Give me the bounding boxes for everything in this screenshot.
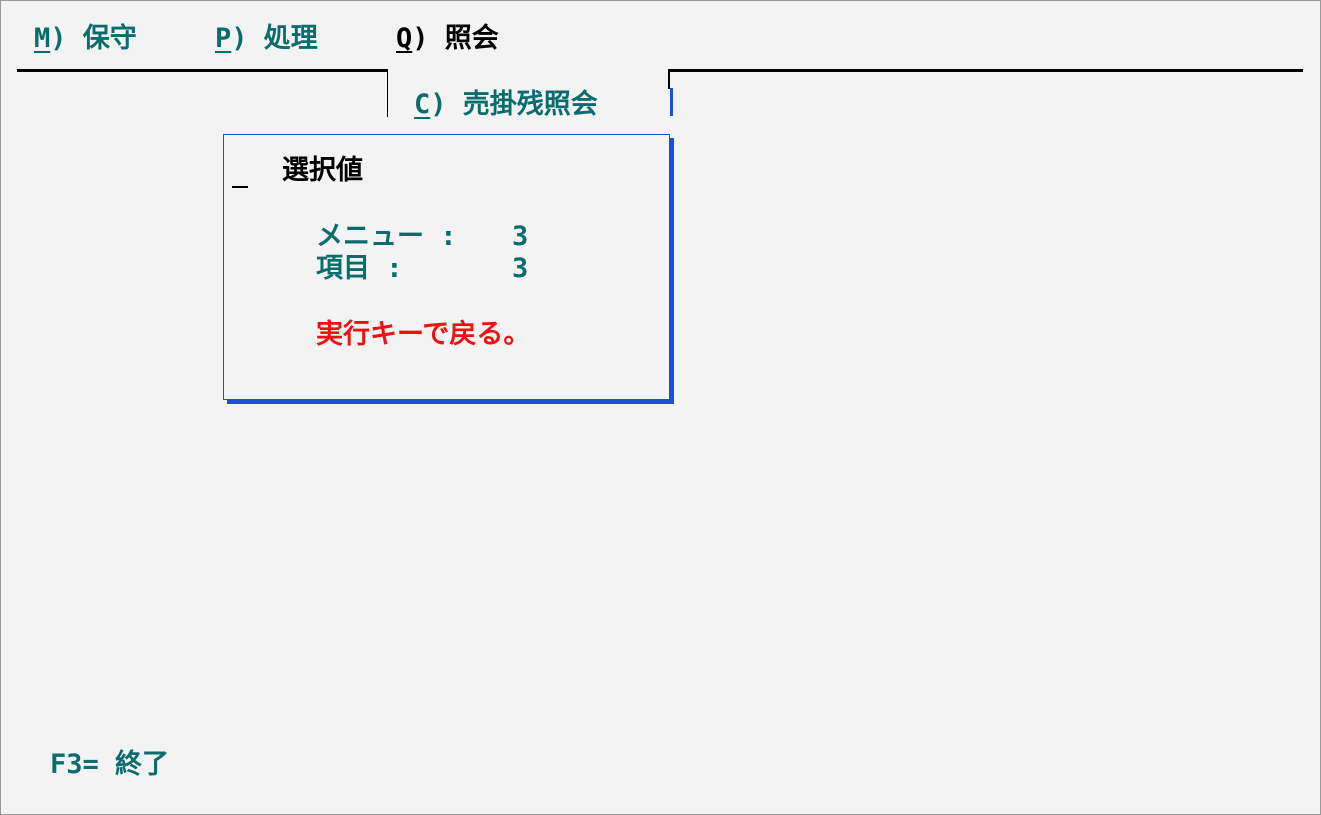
submenu-item-receivables-inquiry[interactable]: C) 売掛残照会 bbox=[414, 88, 598, 122]
dropdown-right-border-top bbox=[668, 69, 670, 89]
menu-inquiry[interactable]: Q) 照会 bbox=[396, 22, 499, 56]
menubar-separator-right bbox=[669, 69, 1303, 72]
f3-exit-key[interactable]: F3= 終了 bbox=[50, 748, 169, 782]
dropdown-right-border-blue bbox=[670, 88, 673, 116]
submenu-key-c: C bbox=[414, 89, 431, 120]
terminal-screen bbox=[0, 0, 1321, 815]
menu-key-m: M bbox=[34, 23, 51, 54]
menu-key-p: P bbox=[215, 23, 232, 54]
text-cursor bbox=[232, 186, 248, 188]
menu-label-process: ) 処理 bbox=[231, 23, 318, 54]
menu-label-maintenance: ) 保守 bbox=[50, 23, 137, 54]
menu-label: メニュー : bbox=[316, 221, 457, 252]
dropdown-left-border bbox=[387, 69, 388, 117]
menubar-separator-left bbox=[17, 69, 387, 72]
menu-value: 3 bbox=[512, 221, 529, 252]
dialog-title: 選択値 bbox=[282, 155, 363, 186]
submenu-label: ) 売掛残照会 bbox=[430, 89, 598, 120]
menu-key-q: Q bbox=[396, 23, 413, 54]
menu-process[interactable]: P) 処理 bbox=[215, 22, 318, 56]
menu-maintenance[interactable]: M) 保守 bbox=[34, 22, 137, 56]
item-value: 3 bbox=[512, 253, 529, 284]
return-message: 実行キーで戻る。 bbox=[316, 319, 531, 350]
item-label: 項目 : bbox=[316, 253, 403, 284]
menu-label-inquiry: ) 照会 bbox=[412, 23, 499, 54]
